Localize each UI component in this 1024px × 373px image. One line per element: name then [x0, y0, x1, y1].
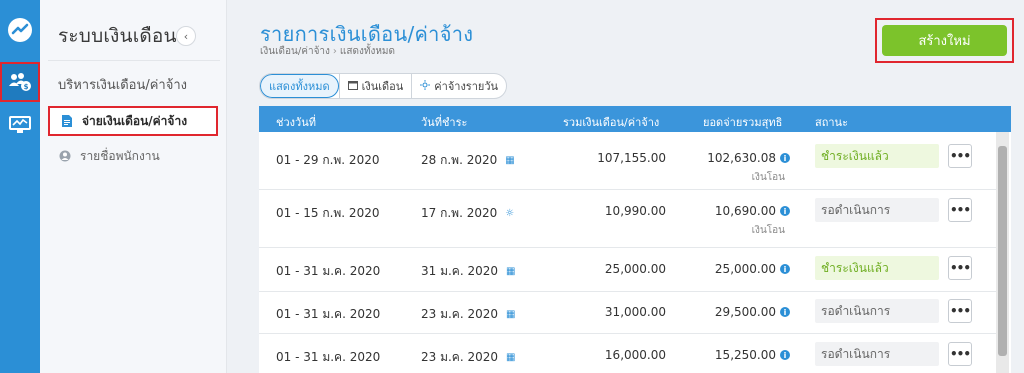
filter-segmented-control: แสดงทั้งหมด เงินเดือน ค่าจ้างรายวัน	[259, 73, 508, 99]
filter-label: เงินเดือน	[361, 80, 404, 93]
filter-label: แสดงทั้งหมด	[269, 80, 330, 93]
table-row[interactable]: 01 - 31 ม.ค. 2020 23 ม.ค. 2020 ▦ 31,000.0…	[259, 292, 996, 334]
cell-total: 107,155.00	[597, 151, 666, 165]
column-header-net[interactable]: ยอดจ่ายรวมสุทธิ	[703, 113, 782, 131]
status-badge: ชำระเงินแล้ว	[815, 144, 939, 168]
sidebar-item-label: รายชื่อพนักงาน	[80, 148, 160, 163]
table-row[interactable]: 01 - 15 ก.พ. 2020 17 ก.พ. 2020 ☼ 10,990.0…	[259, 190, 996, 248]
app-root: $ ระบบเงินเดือน บริหารเงินเดือน/ค่าจ้าง …	[0, 0, 1024, 373]
cell-total: 10,990.00	[604, 204, 666, 218]
user-circle-icon	[58, 150, 72, 162]
cell-total: 16,000.00	[604, 348, 666, 362]
create-button-highlight: สร้างใหม่	[875, 18, 1014, 63]
row-more-button[interactable]: •••	[948, 144, 972, 168]
breadcrumb: เงินเดือน/ค่าจ้าง › แสดงทั้งหมด	[260, 44, 395, 59]
breadcrumb-current: แสดงทั้งหมด	[339, 46, 395, 57]
main-content: รายการเงินเดือน/ค่าจ้าง เงินเดือน/ค่าจ้า…	[228, 0, 1024, 373]
net-amount: 102,630.08	[707, 151, 776, 165]
svg-text:$: $	[24, 83, 29, 91]
icon-rail: $	[0, 0, 40, 373]
filter-salary[interactable]: เงินเดือน	[338, 74, 412, 98]
info-icon[interactable]: i	[780, 264, 790, 274]
sidebar-divider	[48, 60, 220, 61]
sun-icon: ☼	[505, 208, 515, 219]
cell-total: 31,000.00	[604, 305, 666, 319]
column-header-total[interactable]: รวมเงินเดือน/ค่าจ้าง	[563, 113, 659, 131]
info-icon[interactable]: i	[780, 350, 790, 360]
payroll-users-icon[interactable]: $	[0, 62, 40, 102]
cell-pay-date: 17 ก.พ. 2020 ☼	[421, 204, 514, 223]
sun-icon	[420, 79, 431, 93]
payment-method: เงินโอน	[751, 172, 785, 183]
net-amount: 25,000.00	[714, 262, 776, 276]
cell-pay-date: 31 ม.ค. 2020 ▦	[421, 262, 515, 281]
pay-date-text: 17 ก.พ. 2020	[421, 206, 498, 220]
cell-pay-date: 23 ม.ค. 2020 ▦	[421, 348, 515, 367]
create-new-button[interactable]: สร้างใหม่	[882, 25, 1007, 56]
calendar-icon	[347, 80, 358, 93]
scrollbar-thumb[interactable]	[998, 146, 1007, 356]
net-amount: 15,250.00	[714, 348, 776, 362]
table-row[interactable]: 01 - 31 ม.ค. 2020 31 ม.ค. 2020 ▦ 25,000.0…	[259, 248, 996, 292]
breadcrumb-separator: ›	[332, 46, 337, 57]
status-badge: รอดำเนินการ	[815, 299, 939, 323]
calendar-icon: ▦	[506, 352, 516, 363]
status-badge: รอดำเนินการ	[815, 198, 939, 222]
cell-period: 01 - 31 ม.ค. 2020	[276, 307, 381, 321]
sidebar-title: ระบบเงินเดือน	[58, 25, 177, 47]
row-more-button[interactable]: •••	[948, 342, 972, 366]
payment-method: เงินโอน	[751, 225, 785, 236]
net-amount: 10,690.00	[714, 204, 776, 218]
cell-net: 25,000.00 i	[715, 262, 790, 276]
filter-all[interactable]: แสดงทั้งหมด	[260, 74, 339, 98]
calendar-icon: ▦	[505, 155, 515, 166]
payroll-table: ช่วงวันที่ วันที่ชำระ รวมเงินเดือน/ค่าจ้…	[259, 106, 1011, 373]
row-more-button[interactable]: •••	[948, 198, 972, 222]
cell-net: 10,690.00 i	[715, 204, 790, 218]
column-header-period[interactable]: ช่วงวันที่	[276, 113, 316, 131]
pay-date-text: 23 ม.ค. 2020	[421, 307, 499, 321]
cell-pay-date: 23 ม.ค. 2020 ▦	[421, 305, 515, 324]
table-row[interactable]: 01 - 31 ม.ค. 2020 23 ม.ค. 2020 ▦ 16,000.0…	[259, 334, 996, 373]
table-header: ช่วงวันที่ วันที่ชำระ รวมเงินเดือน/ค่าจ้…	[259, 106, 1011, 132]
column-header-status[interactable]: สถานะ	[815, 113, 848, 131]
column-header-pay-date[interactable]: วันที่ชำระ	[421, 113, 467, 131]
cell-net: 15,250.00 i	[715, 348, 790, 362]
cell-period: 01 - 31 ม.ค. 2020	[276, 264, 381, 278]
cell-net: 102,630.08 i	[707, 151, 790, 165]
cell-period: 01 - 31 ม.ค. 2020	[276, 350, 381, 364]
pay-date-text: 23 ม.ค. 2020	[421, 350, 499, 364]
monitor-chart-icon[interactable]	[0, 105, 40, 145]
sidebar-collapse-button[interactable]: ‹	[176, 26, 196, 46]
sidebar: ระบบเงินเดือน บริหารเงินเดือน/ค่าจ้าง จ่…	[40, 0, 227, 373]
sidebar-item-payroll[interactable]: จ่ายเงินเดือน/ค่าจ้าง	[48, 106, 218, 136]
info-icon[interactable]: i	[780, 153, 790, 163]
sidebar-item-label: จ่ายเงินเดือน/ค่าจ้าง	[82, 113, 188, 128]
cell-total: 25,000.00	[604, 262, 666, 276]
document-icon	[60, 115, 74, 127]
table-scrollbar[interactable]	[996, 132, 1009, 373]
row-more-button[interactable]: •••	[948, 299, 972, 323]
breadcrumb-link[interactable]: เงินเดือน/ค่าจ้าง	[260, 46, 330, 57]
info-icon[interactable]: i	[780, 206, 790, 216]
filter-label: ค่าจ้างรายวัน	[434, 80, 499, 93]
sidebar-item-employees[interactable]: รายชื่อพนักงาน	[48, 141, 218, 171]
cell-net: 29,500.00 i	[715, 305, 790, 319]
info-icon[interactable]: i	[780, 307, 790, 317]
filter-daily-wage[interactable]: ค่าจ้างรายวัน	[411, 74, 506, 98]
status-badge: รอดำเนินการ	[815, 342, 939, 366]
net-amount: 29,500.00	[714, 305, 776, 319]
status-badge: ชำระเงินแล้ว	[815, 256, 939, 280]
pay-date-text: 28 ก.พ. 2020	[421, 153, 498, 167]
cell-pay-date: 28 ก.พ. 2020 ▦	[421, 151, 515, 170]
cell-period: 01 - 15 ก.พ. 2020	[276, 206, 380, 220]
calendar-icon: ▦	[506, 266, 516, 277]
table-row[interactable]: 01 - 29 ก.พ. 2020 28 ก.พ. 2020 ▦ 107,155.…	[259, 132, 996, 190]
calendar-icon: ▦	[506, 309, 516, 320]
row-more-button[interactable]: •••	[948, 256, 972, 280]
sidebar-section-label: บริหารเงินเดือน/ค่าจ้าง	[58, 78, 187, 93]
app-logo-icon[interactable]	[0, 10, 40, 50]
pay-date-text: 31 ม.ค. 2020	[421, 264, 499, 278]
cell-period: 01 - 29 ก.พ. 2020	[276, 153, 380, 167]
